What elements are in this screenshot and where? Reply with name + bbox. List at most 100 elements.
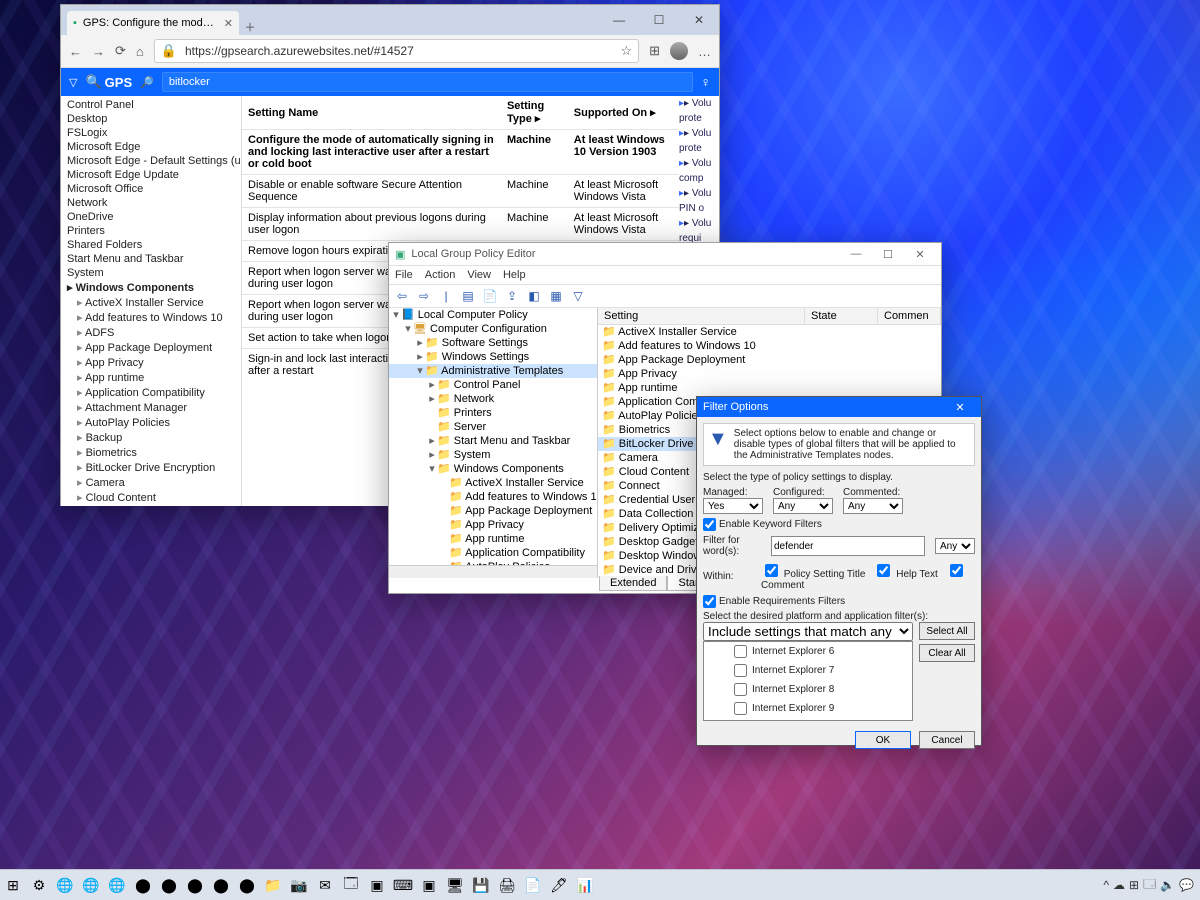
- gpedit-tree-node[interactable]: ▾📁 Administrative Templates: [389, 364, 597, 378]
- gps-tree-item[interactable]: Network: [61, 196, 241, 210]
- gps-tree-item[interactable]: Microsoft Edge: [61, 140, 241, 154]
- gpedit-list-item[interactable]: 📁 App Package Deployment: [598, 353, 941, 367]
- gps-tree-item[interactable]: Start Menu and Taskbar: [61, 252, 241, 266]
- gpedit-list-item[interactable]: 📁 App Privacy: [598, 367, 941, 381]
- back-icon[interactable]: ←: [69, 44, 82, 59]
- menu-view[interactable]: View: [467, 269, 491, 281]
- platform-item[interactable]: Internet Explorer 8: [704, 680, 912, 699]
- gpedit-tree-node[interactable]: ▸📁 Start Menu and Taskbar: [389, 434, 597, 448]
- taskbar-icon[interactable]: 💾: [469, 873, 493, 897]
- gps-tree-item[interactable]: App Privacy: [61, 355, 241, 370]
- gpedit-tree-node[interactable]: ▸📁 Windows Settings: [389, 350, 597, 364]
- toolbar-icon[interactable]: ⇨: [415, 289, 433, 303]
- gpedit-tree-node[interactable]: 📁 Add features to Windows 10: [389, 490, 597, 504]
- taskbar-icon[interactable]: 🌐: [105, 873, 129, 897]
- taskbar-icon[interactable]: 🖥: [443, 873, 467, 897]
- gps-tree[interactable]: Control PanelDesktopFSLogixMicrosoft Edg…: [61, 96, 242, 506]
- platform-list[interactable]: Internet Explorer 6 Internet Explorer 7 …: [703, 641, 913, 721]
- gps-tree-item[interactable]: Biometrics: [61, 445, 241, 460]
- gpedit-tree-node[interactable]: ▸📁 System: [389, 448, 597, 462]
- taskbar-icon[interactable]: 🗔: [339, 873, 363, 897]
- gpedit-list-item[interactable]: 📁 ActiveX Installer Service: [598, 325, 941, 339]
- col-setting[interactable]: Setting: [598, 308, 805, 324]
- gps-tree-item[interactable]: Application Compatibility: [61, 385, 241, 400]
- gpedit-menubar[interactable]: FileActionViewHelp: [389, 266, 941, 285]
- platform-item[interactable]: Internet Explorer 6: [704, 642, 912, 661]
- address-bar[interactable]: 🔒 ☆: [154, 39, 639, 63]
- commented-select[interactable]: Any: [843, 498, 903, 514]
- gps-tree-item[interactable]: Backup: [61, 430, 241, 445]
- gps-tree-item[interactable]: App runtime: [61, 370, 241, 385]
- filter-words-match-select[interactable]: Any: [935, 538, 975, 554]
- taskbar-icon[interactable]: ▣: [417, 873, 441, 897]
- taskbar-icon[interactable]: 🖊: [547, 873, 571, 897]
- maximize-button[interactable]: ☐: [873, 248, 903, 261]
- taskbar-icon[interactable]: ✉: [313, 873, 337, 897]
- forward-icon[interactable]: →: [92, 44, 105, 59]
- gps-tree-item[interactable]: Attachment Manager: [61, 400, 241, 415]
- tab-extended[interactable]: Extended: [599, 576, 667, 591]
- taskbar-icon[interactable]: ⚙: [27, 873, 51, 897]
- cancel-button[interactable]: Cancel: [919, 731, 975, 749]
- gps-tree-item[interactable]: OneDrive: [61, 210, 241, 224]
- within-checkbox[interactable]: [950, 564, 963, 577]
- refresh-icon[interactable]: ⟳: [115, 43, 126, 59]
- gpedit-list-item[interactable]: 📁 Add features to Windows 10: [598, 339, 941, 353]
- tray-icon[interactable]: 🗔: [1143, 875, 1156, 896]
- configured-select[interactable]: Any: [773, 498, 833, 514]
- filter-words-input[interactable]: [771, 536, 925, 556]
- select-all-button[interactable]: Select All: [919, 622, 975, 640]
- home-icon[interactable]: ⌂: [136, 44, 144, 59]
- gps-tree-item[interactable]: App Package Deployment: [61, 340, 241, 355]
- gps-tree-item[interactable]: ADFS: [61, 325, 241, 340]
- gpedit-tree-node[interactable]: ▸📁 Network: [389, 392, 597, 406]
- platform-item[interactable]: Internet Explorer 9: [704, 699, 912, 718]
- within-checkbox[interactable]: [877, 564, 890, 577]
- taskbar-icon[interactable]: 📊: [573, 873, 597, 897]
- gps-tree-item[interactable]: Cloud Content: [61, 490, 241, 505]
- close-button[interactable]: ✕: [945, 401, 975, 414]
- edge-titlebar[interactable]: ▪ GPS: Configure the mode of aut… ✕ ＋ — …: [61, 5, 719, 35]
- gps-tree-item[interactable]: Desktop: [61, 112, 241, 126]
- toolbar-icon[interactable]: ▽: [569, 289, 587, 303]
- ok-button[interactable]: OK: [855, 731, 911, 749]
- tab-close-icon[interactable]: ✕: [224, 17, 233, 30]
- extensions-icon[interactable]: ⊞: [649, 43, 660, 59]
- gpedit-tree[interactable]: ▾📘 Local Computer Policy▾🖥 Computer Conf…: [389, 308, 598, 578]
- gpedit-tree-node[interactable]: ▾🖥 Computer Configuration: [389, 322, 597, 336]
- taskbar-icon[interactable]: 🖨: [495, 873, 519, 897]
- gpedit-tree-node[interactable]: 📁 App Package Deployment: [389, 504, 597, 518]
- profile-avatar[interactable]: [670, 42, 688, 60]
- gps-tree-item[interactable]: Add features to Windows 10: [61, 310, 241, 325]
- toolbar-icon[interactable]: ⇦: [393, 289, 411, 303]
- gpedit-tree-node[interactable]: 📁 Server: [389, 420, 597, 434]
- toolbar-icon[interactable]: ▤: [459, 289, 477, 303]
- maximize-button[interactable]: ☐: [639, 5, 679, 35]
- close-button[interactable]: ✕: [905, 248, 935, 261]
- taskbar-icon[interactable]: 🌐: [79, 873, 103, 897]
- gpedit-toolbar[interactable]: ⇦⇨|▤📄⇪◧▦▽: [389, 285, 941, 308]
- gps-tree-item[interactable]: Printers: [61, 224, 241, 238]
- gps-tree-item[interactable]: FSLogix: [61, 126, 241, 140]
- taskbar-icon[interactable]: 📁: [261, 873, 285, 897]
- new-tab-button[interactable]: ＋: [239, 19, 261, 35]
- gps-tree-item[interactable]: Camera: [61, 475, 241, 490]
- taskbar-icon[interactable]: ⊞: [1, 873, 25, 897]
- taskbar-icon[interactable]: ⬤: [209, 873, 233, 897]
- col-state[interactable]: State: [805, 308, 878, 324]
- gps-result-row[interactable]: Configure the mode of automatically sign…: [242, 130, 679, 175]
- col-setting-type[interactable]: Setting Type ▸: [501, 96, 568, 130]
- toolbar-icon[interactable]: ▦: [547, 289, 565, 303]
- taskbar-icon[interactable]: 🌐: [53, 873, 77, 897]
- taskbar-icon[interactable]: ⬤: [131, 873, 155, 897]
- within-checkbox[interactable]: [765, 564, 778, 577]
- gps-tree-item[interactable]: System: [61, 266, 241, 280]
- gpedit-list-item[interactable]: 📁 App runtime: [598, 381, 941, 395]
- taskbar-icon[interactable]: 📄: [521, 873, 545, 897]
- menu-action[interactable]: Action: [425, 269, 456, 281]
- tray-icon[interactable]: ⊞: [1129, 878, 1139, 892]
- favorite-icon[interactable]: ☆: [620, 43, 632, 59]
- close-button[interactable]: ✕: [679, 5, 719, 35]
- col-setting-name[interactable]: Setting Name: [242, 96, 501, 130]
- idea-icon[interactable]: ♀: [701, 74, 712, 90]
